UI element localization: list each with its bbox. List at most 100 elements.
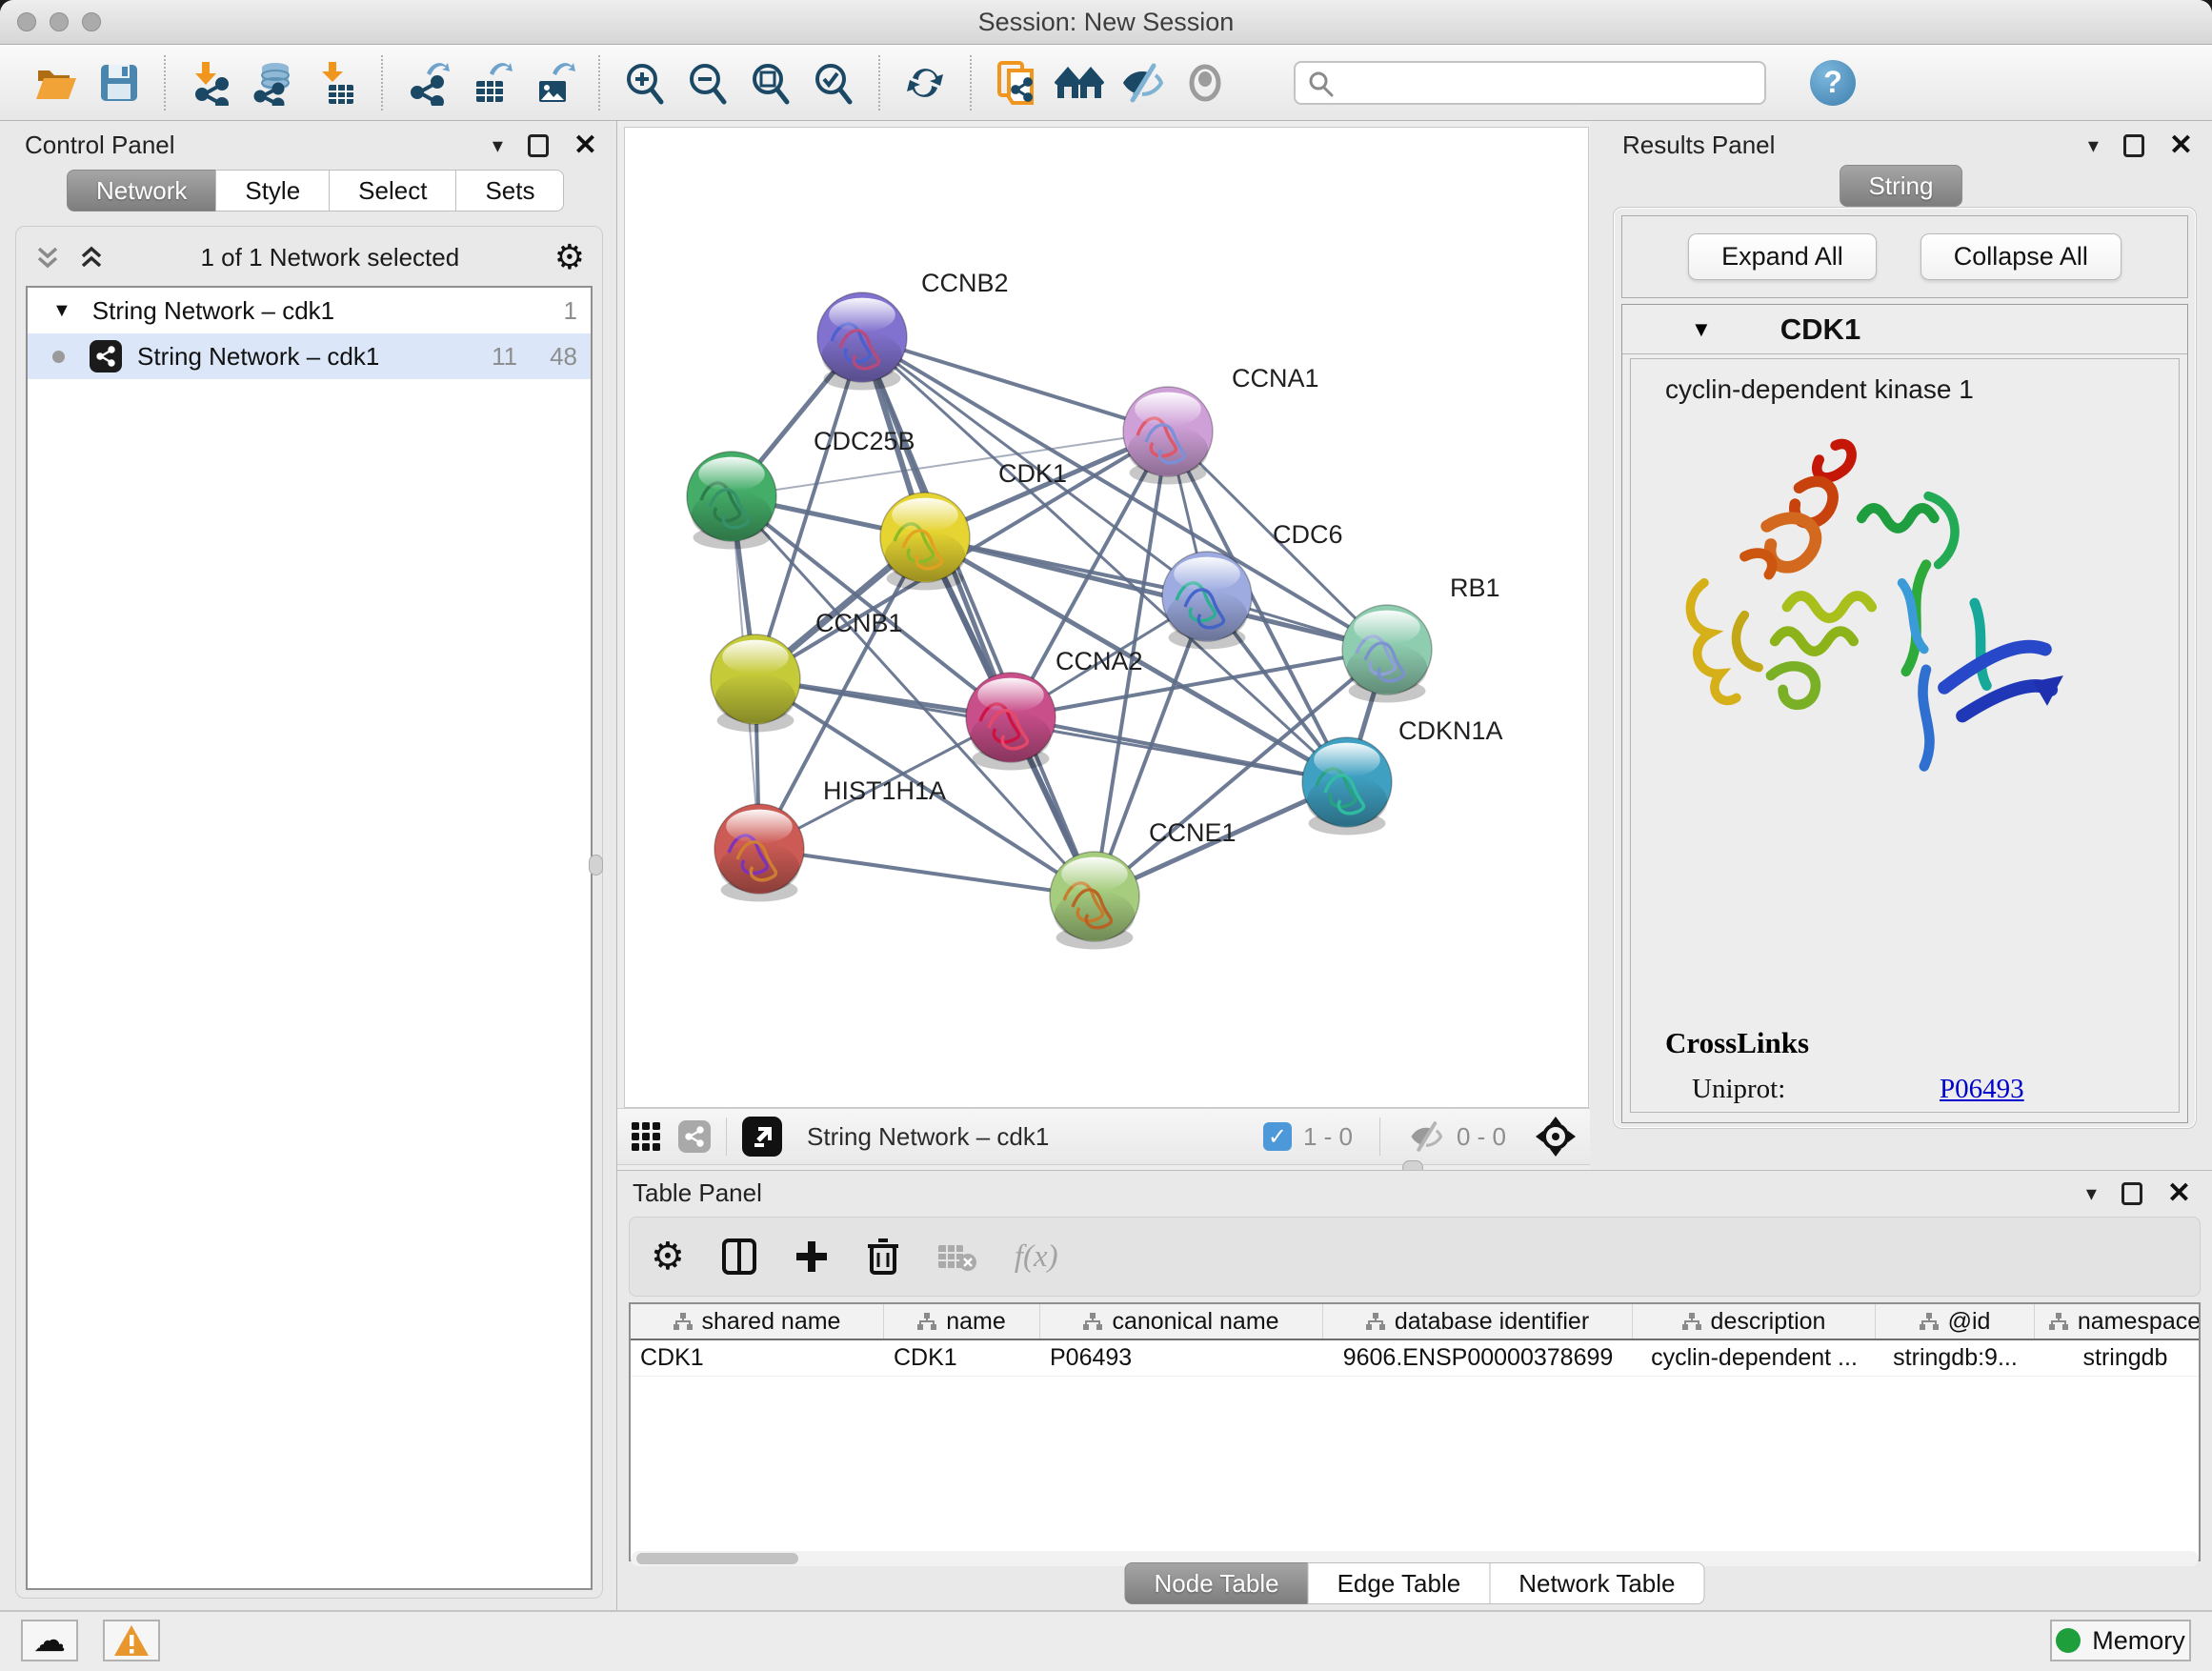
network-collection-row[interactable]: ▼ String Network – cdk1 1 — [28, 288, 591, 333]
tab-style[interactable]: Style — [215, 170, 330, 211]
edge-count: 48 — [550, 342, 577, 372]
selected-checkbox-icon[interactable]: ✓ — [1263, 1122, 1292, 1151]
expand-all-icon[interactable] — [77, 243, 106, 272]
results-panel: Results Panel ▾ ✕ String Expand All Coll… — [1590, 121, 2212, 1170]
network-view-title: String Network – cdk1 — [807, 1122, 1049, 1152]
open-in-new-window-icon[interactable] — [742, 1117, 782, 1157]
group-nodes-button[interactable] — [1055, 56, 1104, 110]
control-panel-title: Control Panel — [25, 131, 175, 160]
table-row[interactable]: CDK1CDK1P064939606.ENSP00000378699cyclin… — [631, 1340, 2199, 1377]
tab-network[interactable]: Network — [67, 170, 216, 211]
tab-network-table[interactable]: Network Table — [1489, 1562, 1704, 1604]
memory-button[interactable]: Memory — [2050, 1620, 2191, 1661]
clone-network-button[interactable] — [992, 56, 1041, 110]
control-panel-tabs: Network Style Select Sets — [67, 170, 616, 211]
export-image-button[interactable] — [529, 56, 578, 110]
column-header-namespace[interactable]: namespace — [2035, 1304, 2201, 1339]
table-tabs: Node Table Edge Table Network Table — [1125, 1562, 1705, 1604]
network-canvas[interactable]: CCNB2 CCNA1 CDC25B CDK1 CDC6 RB1 CCNB1 — [624, 127, 1589, 1108]
scrollbar-thumb[interactable] — [636, 1553, 798, 1564]
add-column-icon[interactable] — [794, 1238, 830, 1275]
refresh-button[interactable] — [900, 56, 950, 110]
tree-expander-icon[interactable]: ▼ — [52, 300, 71, 322]
zoom-fit-button[interactable] — [746, 56, 795, 110]
database-icon — [251, 60, 296, 106]
tab-sets[interactable]: Sets — [455, 170, 564, 211]
results-panel-tabs: String — [1840, 165, 1963, 207]
node-table[interactable]: shared namenamecanonical namedatabase id… — [629, 1302, 2201, 1561]
table-panel: Table Panel ▾ ✕ ⚙ — [617, 1170, 2212, 1610]
network-selection-status: 1 of 1 Network selected — [106, 243, 554, 272]
import-table-icon — [315, 60, 357, 106]
column-header--id[interactable]: @id — [1876, 1304, 2035, 1339]
panel-menu-icon[interactable]: ▾ — [2088, 133, 2099, 158]
expand-all-button[interactable]: Expand All — [1688, 233, 1877, 280]
export-table-button[interactable] — [466, 56, 515, 110]
collapse-all-icon[interactable] — [33, 243, 62, 272]
network-row[interactable]: String Network – cdk1 11 48 — [28, 333, 591, 379]
collapse-all-button[interactable]: Collapse All — [1920, 233, 2122, 280]
help-button[interactable]: ? — [1810, 60, 1856, 106]
node-HIST1H1A: HIST1H1A — [714, 776, 946, 901]
search-input[interactable] — [1294, 61, 1766, 105]
panel-close-icon[interactable]: ✕ — [2167, 1184, 2191, 1203]
crosslink-link[interactable]: P06493 — [1940, 1074, 2024, 1105]
network-tab-pane: 1 of 1 Network selected ⚙ ▼ String Netwo… — [15, 226, 603, 1599]
network-list: ▼ String Network – cdk1 1 String Network… — [26, 286, 593, 1590]
network-graph[interactable]: CCNB2 CCNA1 CDC25B CDK1 CDC6 RB1 CCNB1 — [625, 128, 1588, 1107]
cloud-icon: ☁ — [33, 1626, 66, 1655]
import-network-button[interactable] — [186, 56, 235, 110]
tab-node-table[interactable]: Node Table — [1125, 1562, 1309, 1604]
panel-float-icon[interactable] — [2122, 1182, 2142, 1205]
show-columns-icon[interactable] — [721, 1238, 757, 1276]
panel-close-icon[interactable]: ✕ — [2169, 136, 2193, 155]
panel-menu-icon[interactable]: ▾ — [493, 133, 503, 158]
table-cell: stringdb:9... — [1876, 1340, 2035, 1376]
tab-edge-table[interactable]: Edge Table — [1308, 1562, 1491, 1604]
node-CCNE1: CCNE1 — [1050, 818, 1237, 949]
export-network-button[interactable] — [403, 56, 452, 110]
fit-content-crosshair-icon[interactable] — [1535, 1116, 1577, 1158]
left-splitter-handle[interactable] — [589, 855, 603, 876]
import-network-from-database-button[interactable] — [249, 56, 298, 110]
tab-string[interactable]: String — [1840, 165, 1963, 207]
node-label-CCNE1: CCNE1 — [1149, 818, 1237, 847]
hidden-counts: 0 - 0 — [1457, 1122, 1506, 1152]
column-header-description[interactable]: description — [1633, 1304, 1876, 1339]
panel-float-icon[interactable] — [2123, 134, 2144, 157]
protein-details: cyclin-dependent kinase 1 — [1630, 358, 2180, 1113]
column-header-shared-name[interactable]: shared name — [631, 1304, 884, 1339]
column-header-canonical-name[interactable]: canonical name — [1040, 1304, 1323, 1339]
network-options-gear-icon[interactable]: ⚙ — [554, 240, 585, 274]
toolbar-separator — [878, 55, 880, 111]
protein-structure-image — [1671, 433, 2081, 776]
hide-selected-button[interactable] — [1117, 56, 1167, 110]
node-label-CCNA2: CCNA2 — [1056, 647, 1143, 675]
zoom-out-icon — [686, 60, 730, 106]
save-session-button[interactable] — [94, 56, 144, 110]
open-session-button[interactable] — [31, 56, 81, 110]
zoom-selected-button[interactable] — [809, 56, 858, 110]
panel-close-icon[interactable]: ✕ — [573, 136, 597, 155]
zoom-selected-icon — [812, 60, 855, 106]
zoom-in-button[interactable] — [620, 56, 670, 110]
panel-float-icon[interactable] — [528, 134, 549, 157]
node-count: 11 — [492, 342, 517, 372]
search-wrap — [1294, 61, 1766, 105]
tab-select[interactable]: Select — [329, 170, 456, 211]
column-header-database-identifier[interactable]: database identifier — [1323, 1304, 1633, 1339]
import-table-button[interactable] — [312, 56, 361, 110]
save-floppy-icon — [99, 63, 139, 103]
protein-expander-icon[interactable]: ▼ — [1691, 317, 1712, 342]
cloud-button[interactable]: ☁ — [21, 1620, 78, 1661]
birdseye-grid-icon[interactable] — [631, 1121, 661, 1152]
show-all-button[interactable] — [1180, 56, 1230, 110]
edge-CDK1-RB1 — [925, 537, 1387, 650]
delete-column-icon[interactable] — [866, 1237, 900, 1277]
column-header-name[interactable]: name — [884, 1304, 1040, 1339]
panel-menu-icon[interactable]: ▾ — [2086, 1181, 2097, 1206]
warnings-button[interactable] — [103, 1620, 160, 1661]
table-settings-gear-icon[interactable]: ⚙ — [651, 1239, 685, 1274]
zoom-out-button[interactable] — [683, 56, 733, 110]
network-view-share-icon[interactable] — [678, 1120, 711, 1153]
